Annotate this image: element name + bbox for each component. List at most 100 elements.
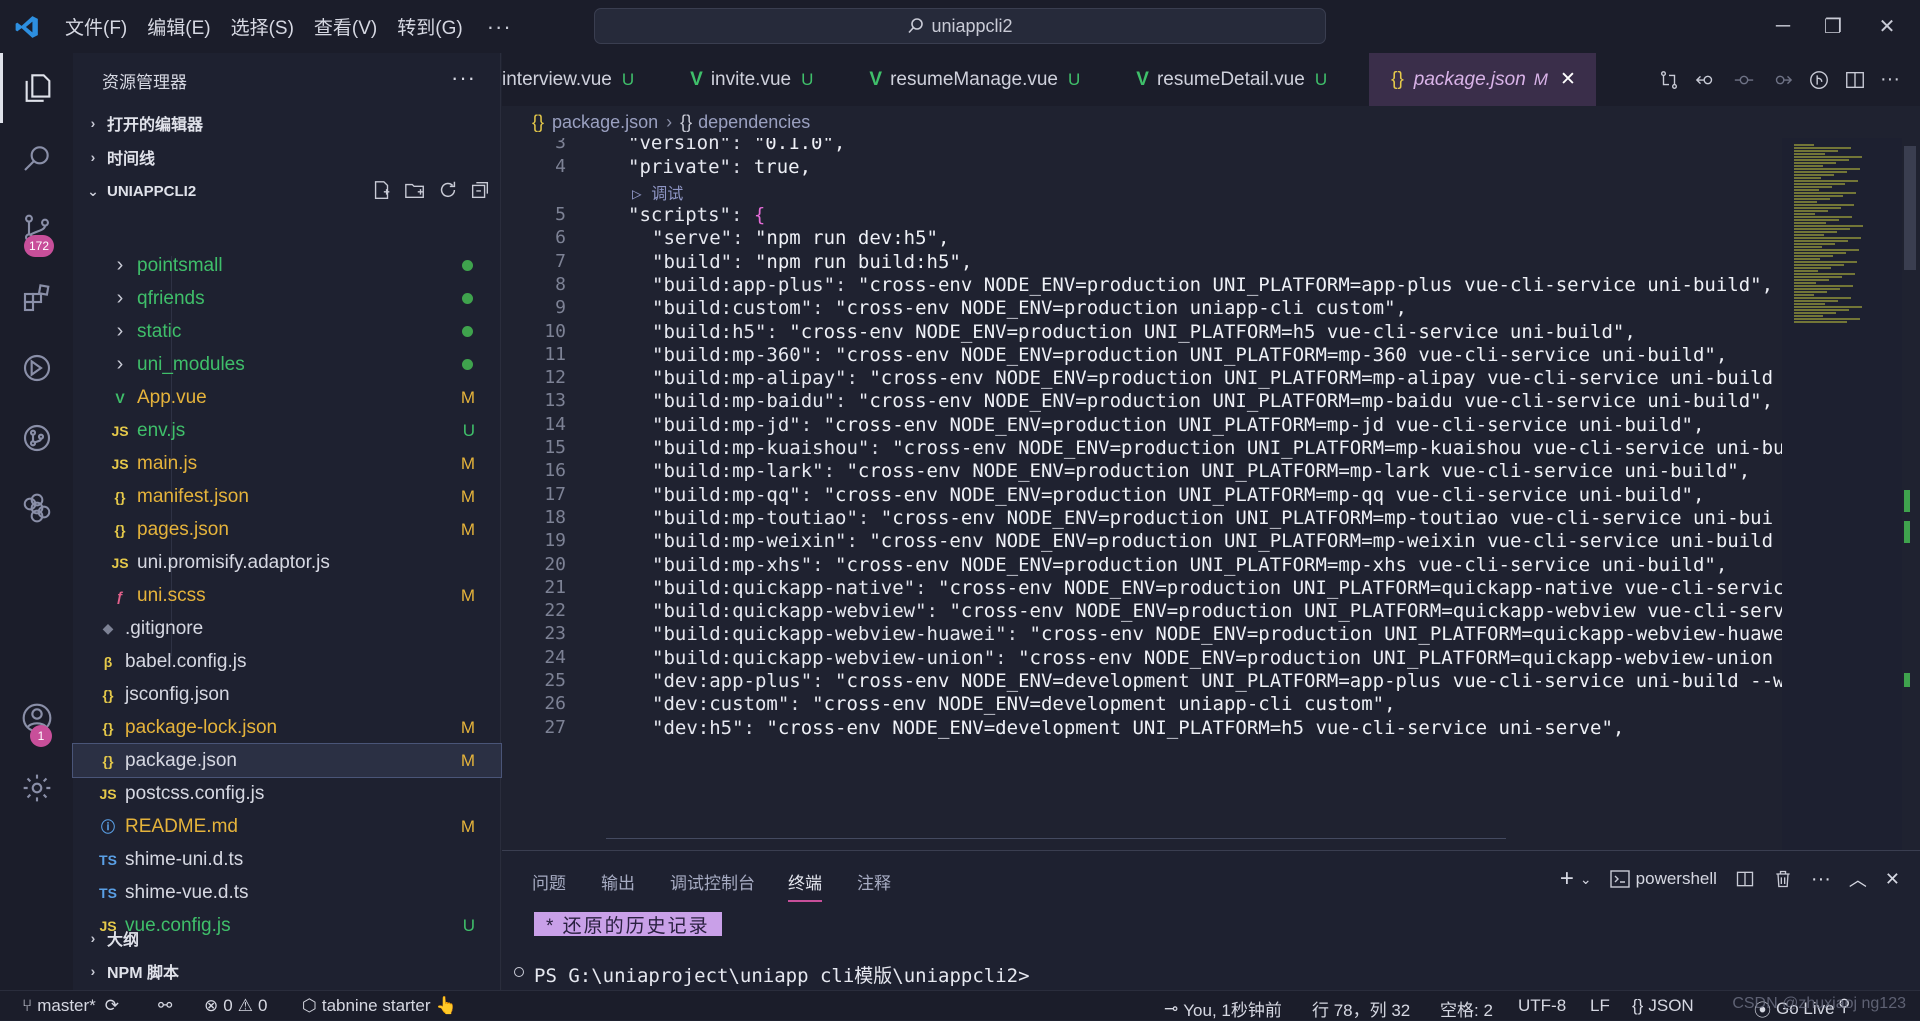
- open-changes-icon[interactable]: [1694, 69, 1718, 91]
- tree-file[interactable]: ◆ .gitignore: [73, 612, 501, 645]
- chevron-down-icon[interactable]: ⌄: [1580, 871, 1592, 888]
- close-window-button[interactable]: ✕: [1858, 0, 1916, 53]
- json-key: "build:mp-xhs": [652, 553, 813, 576]
- menu-more-icon[interactable]: ···: [487, 14, 512, 40]
- file-type-icon: TS: [99, 851, 117, 868]
- colon: :: [730, 156, 754, 178]
- indentation[interactable]: 空格: 2: [1440, 996, 1493, 1021]
- tab-debug-console[interactable]: 调试控制台: [670, 869, 755, 894]
- json-value: "cross-env NODE_ENV=production UNI_PLATF…: [846, 460, 1751, 483]
- section-project[interactable]: ⌄ UNIAPPCLI2: [73, 175, 501, 207]
- compare-changes-icon[interactable]: [1658, 69, 1680, 91]
- scrollbar-thumb[interactable]: [1904, 146, 1916, 270]
- new-folder-icon[interactable]: [403, 179, 427, 201]
- close-tab-icon[interactable]: ✕: [1560, 68, 1576, 91]
- tree-file[interactable]: {} pages.json M: [73, 513, 501, 546]
- menu-selection[interactable]: 选择(S): [231, 13, 294, 40]
- breadcrumb-file[interactable]: package.json: [552, 112, 658, 133]
- more-actions-icon[interactable]: ···: [1880, 68, 1900, 91]
- section-npm-scripts[interactable]: › NPM 脚本: [73, 955, 501, 987]
- tab-output[interactable]: 输出: [601, 869, 635, 894]
- encoding[interactable]: UTF-8: [1518, 996, 1566, 1016]
- section-outline[interactable]: › 大纲: [73, 922, 501, 954]
- tab-terminal[interactable]: 终端: [788, 869, 822, 902]
- tree-file[interactable]: ƒ uni.scss M: [73, 579, 501, 612]
- extensions-icon[interactable]: [0, 263, 73, 333]
- vertical-scrollbar[interactable]: [1902, 138, 1920, 850]
- next-change-icon[interactable]: [1770, 69, 1794, 91]
- tab-interview[interactable]: interview.vue U: [502, 53, 650, 106]
- tree-file[interactable]: TS shime-uni.d.ts: [73, 843, 501, 876]
- source-control-icon[interactable]: 172: [0, 193, 73, 263]
- new-file-icon[interactable]: [371, 179, 393, 201]
- git-lens-icon[interactable]: [1808, 69, 1830, 91]
- explorer-icon[interactable]: [0, 53, 73, 123]
- breadcrumb-symbol[interactable]: dependencies: [698, 112, 810, 133]
- code-editor[interactable]: 3 "version": "0.1.0", 4 "private": true, 5 "s…: [502, 138, 1782, 850]
- tree-folder[interactable]: › uni_modules: [73, 348, 501, 381]
- section-timeline[interactable]: › 时间线: [73, 141, 501, 173]
- cursor-position[interactable]: 行 78，列 32: [1312, 996, 1410, 1021]
- branch-indicator[interactable]: ⑂ master* ⟳: [22, 996, 119, 1016]
- menu-file[interactable]: 文件(F): [65, 13, 127, 40]
- tree-folder[interactable]: › qfriends: [73, 282, 501, 315]
- command-center-search[interactable]: uniappcli2: [594, 8, 1326, 44]
- restore-button[interactable]: ❐: [1804, 0, 1862, 53]
- run-debug-icon[interactable]: [0, 333, 73, 403]
- chatgpt-icon[interactable]: [0, 473, 73, 543]
- language-mode[interactable]: {} JSON: [1632, 996, 1694, 1016]
- tree-folder[interactable]: › pointsmall: [73, 249, 501, 282]
- tab-resume-detail[interactable]: VresumeDetail.vue U: [1096, 53, 1343, 106]
- tree-file[interactable]: JS uni.promisify.adaptor.js: [73, 546, 501, 579]
- git-graph-status-icon[interactable]: ⚯: [158, 996, 172, 1016]
- tabnine-status[interactable]: ⬡ tabnine starter 👆: [302, 996, 457, 1016]
- git-graph-icon[interactable]: [0, 403, 73, 473]
- terminal-shell-selector[interactable]: powershell: [1609, 869, 1717, 889]
- previous-change-icon[interactable]: [1732, 69, 1756, 91]
- minimap[interactable]: [1782, 138, 1902, 850]
- tree-file[interactable]: {} jsconfig.json: [73, 678, 501, 711]
- tab-package-json[interactable]: {} package.json M ✕: [1369, 53, 1596, 106]
- tree-file[interactable]: TS shime-vue.d.ts: [73, 876, 501, 909]
- refresh-icon[interactable]: [437, 179, 459, 201]
- menu-edit[interactable]: 编辑(E): [147, 13, 210, 40]
- tree-file[interactable]: JS env.js U: [73, 414, 501, 447]
- tab-comments[interactable]: 注释: [857, 869, 891, 894]
- tree-file[interactable]: {} package.json M: [72, 743, 502, 778]
- collapse-all-icon[interactable]: [469, 179, 491, 201]
- file-type-icon: JS: [111, 455, 129, 472]
- section-open-editors[interactable]: › 打开的编辑器: [73, 107, 501, 139]
- json-key: "build:custom": [652, 297, 813, 320]
- git-blame-status[interactable]: ⊸ You, 1秒钟前: [1164, 996, 1282, 1021]
- explorer-more-icon[interactable]: ···: [451, 65, 476, 91]
- close-panel-icon[interactable]: ✕: [1885, 869, 1900, 890]
- accounts-icon[interactable]: 1: [0, 683, 73, 753]
- line-ending[interactable]: LF: [1590, 996, 1610, 1016]
- menu-view[interactable]: 查看(V): [314, 13, 377, 40]
- more-icon[interactable]: ···: [1811, 868, 1831, 891]
- split-terminal-icon[interactable]: [1735, 869, 1755, 889]
- tree-file[interactable]: JS postcss.config.js: [73, 777, 501, 810]
- terminal-prompt[interactable]: PS G:\uniaproject\uniapp cli模版\uniappcli…: [534, 961, 1030, 988]
- tree-file[interactable]: JS main.js M: [73, 447, 501, 480]
- trash-icon[interactable]: [1773, 869, 1793, 889]
- menu-go[interactable]: 转到(G): [397, 13, 462, 40]
- tab-invite[interactable]: Vinvite.vue U: [650, 53, 829, 106]
- tree-file[interactable]: ⓘ README.md M: [73, 810, 501, 843]
- tree-file[interactable]: V App.vue M: [73, 381, 501, 414]
- split-editor-icon[interactable]: [1844, 69, 1866, 91]
- tree-file[interactable]: {} manifest.json M: [73, 480, 501, 513]
- tree-file[interactable]: {} package-lock.json M: [73, 711, 501, 744]
- tab-problems[interactable]: 问题: [532, 869, 566, 894]
- tree-folder[interactable]: › static: [73, 315, 501, 348]
- new-terminal-icon[interactable]: +: [1560, 865, 1574, 893]
- maximize-panel-icon[interactable]: ︿: [1849, 866, 1867, 892]
- settings-gear-icon[interactable]: [0, 753, 73, 823]
- problems-indicator[interactable]: ⊗ 0 ⚠ 0: [204, 996, 267, 1016]
- search-icon[interactable]: [0, 123, 73, 193]
- debug-codelens[interactable]: ▷ 调试: [632, 180, 683, 204]
- colon: :: [800, 483, 824, 506]
- code-line: "build:app-plus": "cross-env NODE_ENV=pr…: [652, 274, 1773, 296]
- tab-resume-manage[interactable]: VresumeManage.vue U: [829, 53, 1096, 106]
- tree-file[interactable]: β babel.config.js: [73, 645, 501, 678]
